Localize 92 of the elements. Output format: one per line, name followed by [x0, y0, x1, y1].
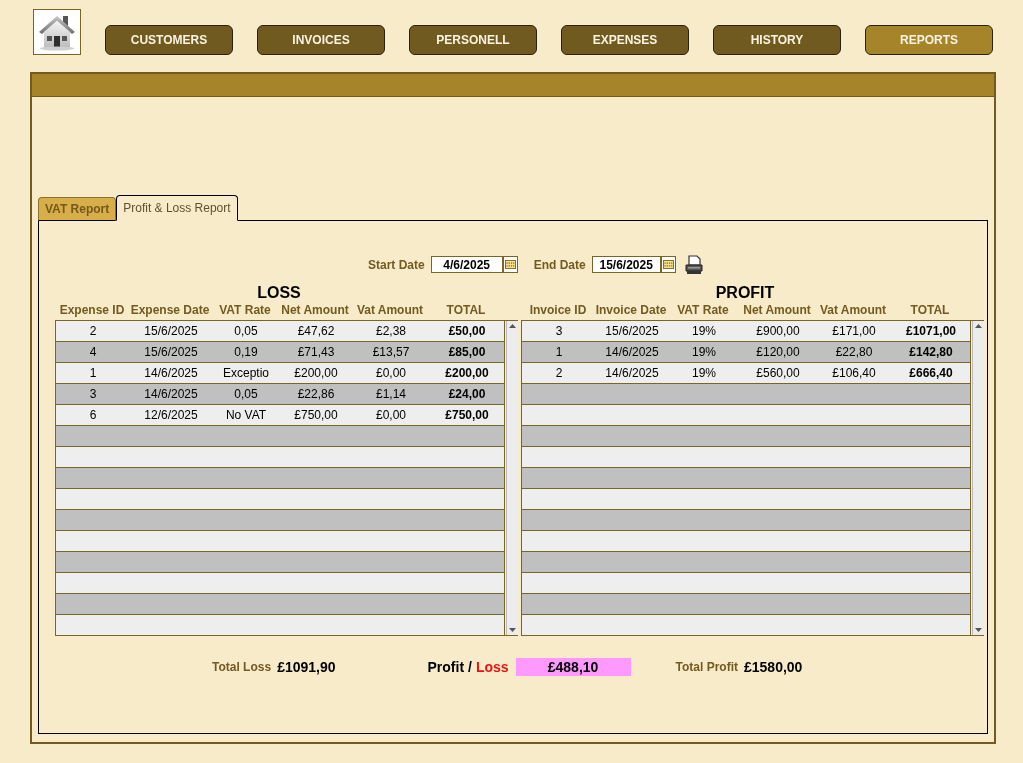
table-cell: 0,19 — [234, 345, 258, 359]
printer-icon[interactable] — [683, 254, 704, 275]
column-header: Net Amount — [743, 303, 811, 317]
column-header: Invoice ID — [529, 303, 587, 317]
table-cell: £13,57 — [372, 345, 410, 359]
table-cell: 2 — [555, 366, 563, 380]
table-cell: £47,62 — [297, 324, 335, 338]
table-cell: £750,00 — [294, 408, 338, 422]
table-cell: 14/6/2025 — [605, 366, 659, 380]
table-cell: 15/6/2025 — [605, 324, 659, 338]
section-title: PROFIT — [714, 284, 776, 302]
calendar-icon[interactable] — [660, 256, 676, 273]
caret-down-icon[interactable] — [973, 625, 984, 635]
table-cell: £0,00 — [376, 408, 406, 422]
start-date-label: Start Date — [368, 257, 425, 272]
table-cell: £171,00 — [832, 324, 876, 338]
column-header: Invoice Date — [595, 303, 667, 317]
table-cell: 1 — [89, 366, 97, 380]
tab[interactable]: VAT Report — [38, 197, 117, 221]
section-title: LOSS — [256, 284, 302, 302]
table-cell: £24,00 — [448, 387, 486, 401]
table-cell: £22,80 — [835, 345, 873, 359]
table-cell: No VAT — [225, 408, 267, 422]
table-cell: £120,00 — [756, 345, 800, 359]
tab[interactable]: Profit & Loss Report — [116, 195, 238, 221]
calendar-icon[interactable] — [502, 256, 518, 273]
table-cell: 0,05 — [234, 387, 258, 401]
total-loss-label: Total Loss — [212, 660, 272, 674]
table-cell: £85,00 — [448, 345, 486, 359]
nav-button[interactable]: HISTORY — [713, 25, 841, 55]
table-cell: £2,38 — [376, 324, 406, 338]
table-cell: 15/6/2025 — [144, 345, 198, 359]
table-cell: £142,80 — [909, 345, 953, 359]
table-cell: 1 — [555, 345, 563, 359]
table-cell: £560,00 — [756, 366, 800, 380]
table-cell: £200,00 — [294, 366, 338, 380]
table-cell: £0,00 — [376, 366, 406, 380]
nav-button[interactable]: REPORTS — [865, 25, 993, 55]
column-header: Expense Date — [130, 303, 210, 317]
table-cell: 0,05 — [234, 324, 258, 338]
table-cell: 2 — [89, 324, 97, 338]
table-cell: £750,00 — [445, 408, 489, 422]
nav-button[interactable]: INVOICES — [257, 25, 385, 55]
nav-button[interactable]: CUSTOMERS — [105, 25, 233, 55]
table-cell: 6 — [89, 408, 97, 422]
nav-button[interactable]: EXPENSES — [561, 25, 689, 55]
table-cell: 12/6/2025 — [144, 408, 198, 422]
table-cell: £106,40 — [832, 366, 876, 380]
table-cell: £900,00 — [756, 324, 800, 338]
table-cell: £71,43 — [297, 345, 335, 359]
table-cell: £1,14 — [376, 387, 406, 401]
table-cell: £50,00 — [448, 324, 486, 338]
start-date-field[interactable]: 4/6/2025 — [430, 256, 503, 273]
column-header: VAT Rate — [677, 303, 729, 317]
table-cell: £1071,00 — [905, 324, 957, 338]
table-cell: 15/6/2025 — [144, 324, 198, 338]
table-cell: 4 — [89, 345, 97, 359]
table-cell: 19% — [692, 324, 716, 338]
end-date-field[interactable]: 15/6/2025 — [591, 256, 661, 273]
table-cell: Exceptio — [223, 366, 269, 380]
table-cell: £22,86 — [297, 387, 335, 401]
table-cell: 14/6/2025 — [144, 366, 198, 380]
end-date-label: End Date — [533, 257, 586, 272]
table-cell: 14/6/2025 — [144, 387, 198, 401]
table-cell: £666,40 — [909, 366, 953, 380]
caret-down-icon[interactable] — [507, 625, 518, 635]
total-profit-label: Total Profit — [675, 660, 738, 674]
balance-value: £488,10 — [515, 658, 631, 676]
column-header: TOTAL — [910, 303, 950, 317]
scrollbar[interactable] — [972, 321, 984, 635]
caret-up-icon[interactable] — [507, 321, 518, 331]
table-cell: 19% — [692, 345, 716, 359]
house-icon — [37, 13, 77, 51]
table-cell: £200,00 — [445, 366, 489, 380]
column-header: VAT Rate — [219, 303, 271, 317]
column-header: Expense ID — [59, 303, 125, 317]
home-button[interactable] — [33, 9, 81, 55]
balance-loss-label: Loss — [475, 659, 509, 675]
column-header: TOTAL — [446, 303, 486, 317]
table-cell: 3 — [89, 387, 97, 401]
table-cell: 3 — [555, 324, 563, 338]
scrollbar[interactable] — [506, 321, 518, 635]
total-profit-value: £1580,00 — [744, 659, 803, 675]
balance-label: Profit / — [427, 659, 472, 675]
table-cell: 14/6/2025 — [605, 345, 659, 359]
table-cell: 19% — [692, 366, 716, 380]
nav-button[interactable]: PERSONELL — [409, 25, 537, 55]
total-loss-value: £1091,90 — [277, 659, 336, 675]
caret-up-icon[interactable] — [973, 321, 984, 331]
column-header: Net Amount — [281, 303, 349, 317]
column-header: Vat Amount — [356, 303, 424, 317]
column-header: Vat Amount — [819, 303, 887, 317]
